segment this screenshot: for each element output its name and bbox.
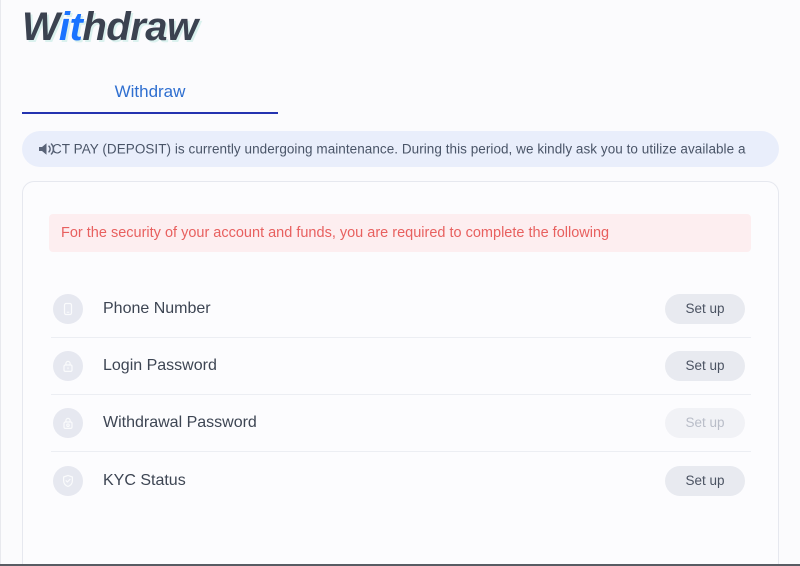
security-card: For the security of your account and fun… — [22, 181, 779, 566]
setup-button-withdrawal-password[interactable]: Set up — [665, 408, 745, 438]
page-left-edge — [0, 0, 1, 566]
list-item-action: Set up — [665, 351, 745, 381]
page-title-segment-3: hdraw — [82, 5, 198, 49]
list-item-action: Set up — [665, 408, 745, 438]
setup-button-kyc-status[interactable]: Set up — [665, 465, 745, 496]
setup-button-phone-number[interactable]: Set up — [665, 294, 745, 324]
list-item-action: Set up — [665, 294, 745, 324]
maintenance-notice-banner[interactable]: CT PAY (DEPOSIT) is currently undergoing… — [22, 131, 779, 167]
security-items-list: Phone Number Set up Login Password Set u… — [51, 281, 751, 509]
lock-keyhole-icon — [53, 408, 83, 438]
list-item-action: Set up — [665, 465, 745, 496]
tab-withdraw[interactable]: Withdraw — [22, 76, 278, 108]
list-item-label: Withdrawal Password — [103, 414, 257, 431]
list-item-label: KYC Status — [103, 471, 186, 489]
lock-icon — [53, 351, 83, 381]
list-item-label: Phone Number — [103, 300, 211, 317]
security-alert-text: For the security of your account and fun… — [61, 225, 610, 241]
list-item[interactable]: Login Password Set up — [51, 338, 751, 395]
list-item[interactable]: Phone Number Set up — [51, 281, 751, 338]
security-alert: For the security of your account and fun… — [49, 214, 751, 252]
tab-bar: Withdraw — [22, 76, 278, 114]
shield-check-icon — [53, 465, 83, 496]
list-item[interactable]: KYC Status Set up — [51, 452, 751, 509]
maintenance-notice-text: CT PAY (DEPOSIT) is currently undergoing… — [52, 141, 746, 157]
page-title-segment-1: W — [22, 5, 59, 49]
speaker-icon — [36, 139, 58, 159]
setup-button-login-password[interactable]: Set up — [665, 351, 745, 381]
page-title: Withdraw — [22, 7, 198, 47]
page-title-segment-2: it — [58, 5, 83, 49]
mobile-phone-icon — [53, 294, 83, 324]
list-item-label: Login Password — [103, 357, 217, 374]
list-item[interactable]: Withdrawal Password Set up — [51, 395, 751, 452]
